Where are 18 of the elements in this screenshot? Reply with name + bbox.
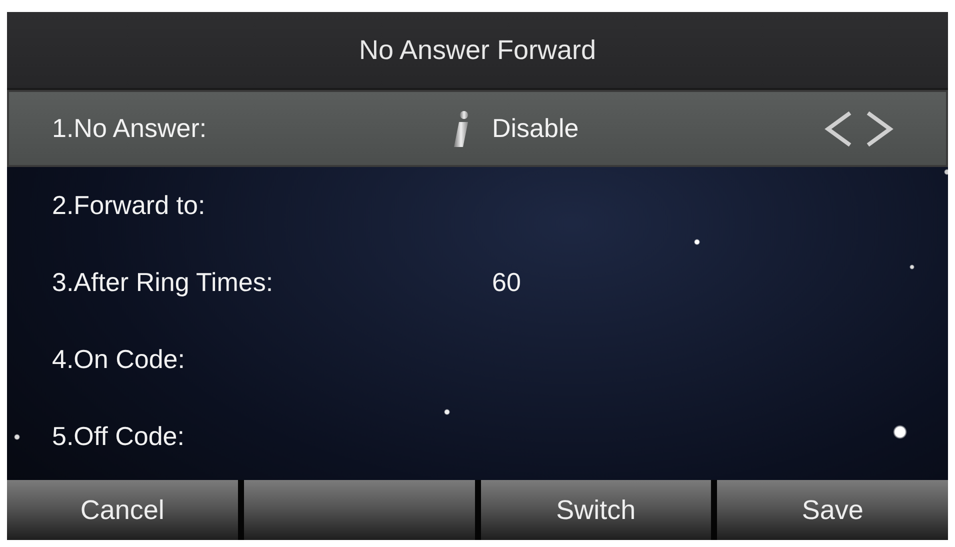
setting-value: Disable	[492, 113, 580, 144]
setting-row[interactable]: 3.After Ring Times: 60	[7, 244, 948, 321]
setting-label: 2.Forward to:	[52, 190, 206, 221]
setting-label: 1.No Answer:	[52, 113, 208, 144]
setting-label: 5.Off Code:	[52, 421, 186, 452]
setting-row[interactable]: 5.Off Code:	[7, 398, 948, 475]
screen-title: No Answer Forward	[358, 34, 596, 66]
setting-row[interactable]: 4.On Code:	[7, 321, 948, 398]
setting-row[interactable]: 1.No Answer: Disable	[7, 90, 948, 167]
blank-softkey[interactable]	[244, 480, 474, 540]
softkey[interactable]: Save	[717, 480, 948, 540]
setting-label: 4.On Code:	[52, 344, 186, 375]
info-icon	[452, 110, 470, 146]
softkey[interactable]: Cancel	[7, 480, 238, 540]
softkey[interactable]: Switch	[480, 480, 712, 540]
setting-value: 60	[492, 267, 522, 298]
setting-row[interactable]: 2.Forward to:	[7, 167, 948, 244]
setting-label: 3.After Ring Times:	[52, 267, 274, 298]
